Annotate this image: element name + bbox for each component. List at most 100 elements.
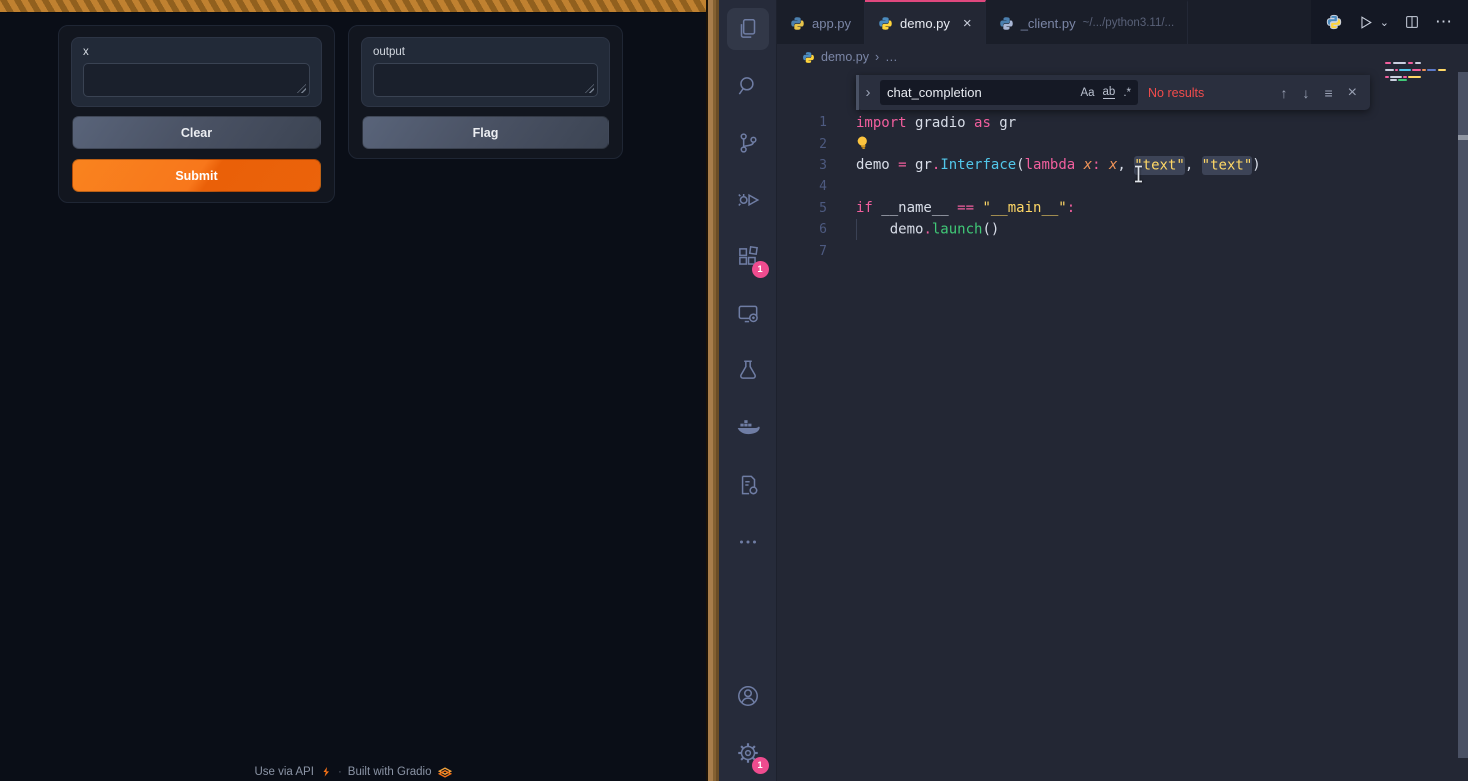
scrollbar-thumb[interactable] [1458, 135, 1468, 140]
whole-word-icon[interactable]: ab [1103, 86, 1116, 99]
minimap-token [1398, 79, 1407, 81]
account-icon [735, 683, 761, 709]
sidebar-item-source-control[interactable] [719, 114, 777, 171]
tab-demo-py[interactable]: demo.py × [865, 0, 986, 44]
line-number: 4 [777, 179, 827, 194]
file-gear-icon [735, 472, 761, 498]
line-number: 1 [777, 115, 827, 130]
scrollbar[interactable] [1458, 72, 1468, 758]
tab-bar: app.py demo.py × _client.py ~/.../python… [777, 0, 1468, 44]
minimap-token [1415, 62, 1421, 64]
code-token: ) [1252, 157, 1260, 173]
python-file-icon [790, 16, 805, 31]
code-token: import [856, 115, 907, 131]
line-number: 5 [777, 201, 827, 216]
activity-bar: 1 [719, 0, 777, 781]
line-number: 3 [777, 158, 827, 173]
find-input[interactable]: chat_completion Aa ab .* [880, 80, 1138, 105]
code-line: 5 if __name__ == "__main__": [777, 198, 1468, 219]
code-line: 6 demo.launch() [777, 219, 1468, 240]
input-textarea[interactable] [83, 63, 310, 97]
submit-button[interactable]: Submit [72, 159, 321, 192]
output-textarea[interactable] [373, 63, 598, 97]
find-previous-icon[interactable]: ↑ [1280, 85, 1287, 101]
code-text: import gradio as gr [856, 115, 1016, 131]
sidebar-item-docker[interactable] [719, 399, 777, 456]
breadcrumb-more[interactable]: … [885, 50, 898, 64]
sidebar-item-dev-container-tools[interactable] [719, 456, 777, 513]
sidebar-item-more-views[interactable] [719, 513, 777, 570]
built-with-gradio-link[interactable]: Built with Gradio [348, 766, 432, 778]
search-icon [735, 73, 761, 99]
python-file-icon [999, 16, 1014, 31]
find-nav: ↑ ↓ ≡ × [1280, 84, 1370, 102]
code-token [1101, 157, 1109, 173]
code-token: gr [915, 157, 932, 173]
find-sash[interactable] [856, 75, 859, 110]
resize-handle-icon[interactable] [297, 84, 306, 93]
code-editor[interactable]: 1 import gradio as gr 2 3 demo = gr.Interfac… [777, 68, 1468, 781]
tab-client-py[interactable]: _client.py ~/.../python3.11/... [986, 0, 1188, 44]
code-text: if __name__ == "__main__": [856, 200, 1075, 216]
window-edge-divider [706, 0, 719, 781]
tab-label: demo.py [900, 16, 950, 31]
code-token: ( [1016, 157, 1024, 173]
minimap-token [1422, 69, 1426, 71]
code-line: 4 [777, 176, 1468, 197]
code-token: as [974, 115, 991, 131]
clear-button[interactable]: Clear [72, 116, 321, 149]
match-case-icon[interactable]: Aa [1080, 87, 1094, 99]
minimap-token [1408, 62, 1413, 64]
split-editor-icon[interactable] [1404, 14, 1420, 30]
resize-handle-icon[interactable] [585, 84, 594, 93]
sidebar-item-remote-explorer[interactable] [719, 285, 777, 342]
find-next-icon[interactable]: ↓ [1302, 85, 1309, 101]
run-dropdown-icon[interactable]: ⌄ [1380, 16, 1389, 29]
run-button[interactable] [1357, 14, 1374, 31]
code-token: if [856, 200, 873, 216]
find-close-icon[interactable]: × [1348, 84, 1357, 102]
tab-label: _client.py [1021, 16, 1076, 31]
minimap-token [1390, 79, 1397, 81]
find-widget: › chat_completion Aa ab .* No results ↑ … [856, 75, 1370, 110]
vscode-window: 1 [719, 0, 1468, 781]
input-panel: x Clear Submit [58, 25, 335, 203]
output-label: output [373, 46, 598, 58]
lightbulb-icon[interactable] [854, 133, 872, 154]
sidebar-item-search[interactable] [719, 57, 777, 114]
code-line: 7 [777, 240, 1468, 261]
regex-icon[interactable]: .* [1123, 87, 1131, 99]
close-tab-icon[interactable]: × [963, 15, 972, 32]
minimap-token [1403, 76, 1407, 78]
code-text: demo = gr.Interface(lambda x: x, "text",… [856, 157, 1261, 173]
breadcrumb[interactable]: demo.py › … [777, 44, 1468, 70]
input-label: x [83, 46, 310, 58]
python-file-icon [878, 16, 893, 31]
minimap[interactable] [1385, 60, 1449, 90]
minimap-token [1427, 69, 1436, 71]
sidebar-item-testing[interactable] [719, 342, 777, 399]
sidebar-item-account[interactable] [719, 667, 777, 724]
tab-path-description: ~/.../python3.11/... [1083, 17, 1175, 29]
sidebar-item-run-debug[interactable] [719, 171, 777, 228]
minimap-token [1385, 62, 1391, 64]
sidebar-item-settings[interactable]: 1 [719, 724, 777, 781]
breadcrumb-file[interactable]: demo.py [821, 50, 869, 64]
code-token: gradio [907, 115, 974, 131]
minimap-token [1385, 76, 1389, 78]
code-token: "text" [1134, 156, 1185, 175]
find-in-selection-icon[interactable]: ≡ [1324, 85, 1332, 101]
flag-button[interactable]: Flag [362, 116, 609, 149]
use-via-api-link[interactable]: Use via API [254, 766, 313, 778]
sidebar-item-extensions[interactable]: 1 [719, 228, 777, 285]
more-actions-icon[interactable]: ⋯ [1435, 12, 1453, 32]
settings-badge: 1 [752, 757, 769, 774]
sidebar-item-explorer[interactable] [719, 0, 777, 57]
line-number: 2 [777, 137, 827, 152]
toggle-replace-icon[interactable]: › [856, 84, 880, 101]
find-query-text[interactable]: chat_completion [887, 85, 1072, 100]
input-group: x [71, 37, 322, 107]
run-debug-icon [735, 187, 761, 213]
tab-app-py[interactable]: app.py [777, 0, 865, 44]
code-token: () [982, 222, 999, 238]
